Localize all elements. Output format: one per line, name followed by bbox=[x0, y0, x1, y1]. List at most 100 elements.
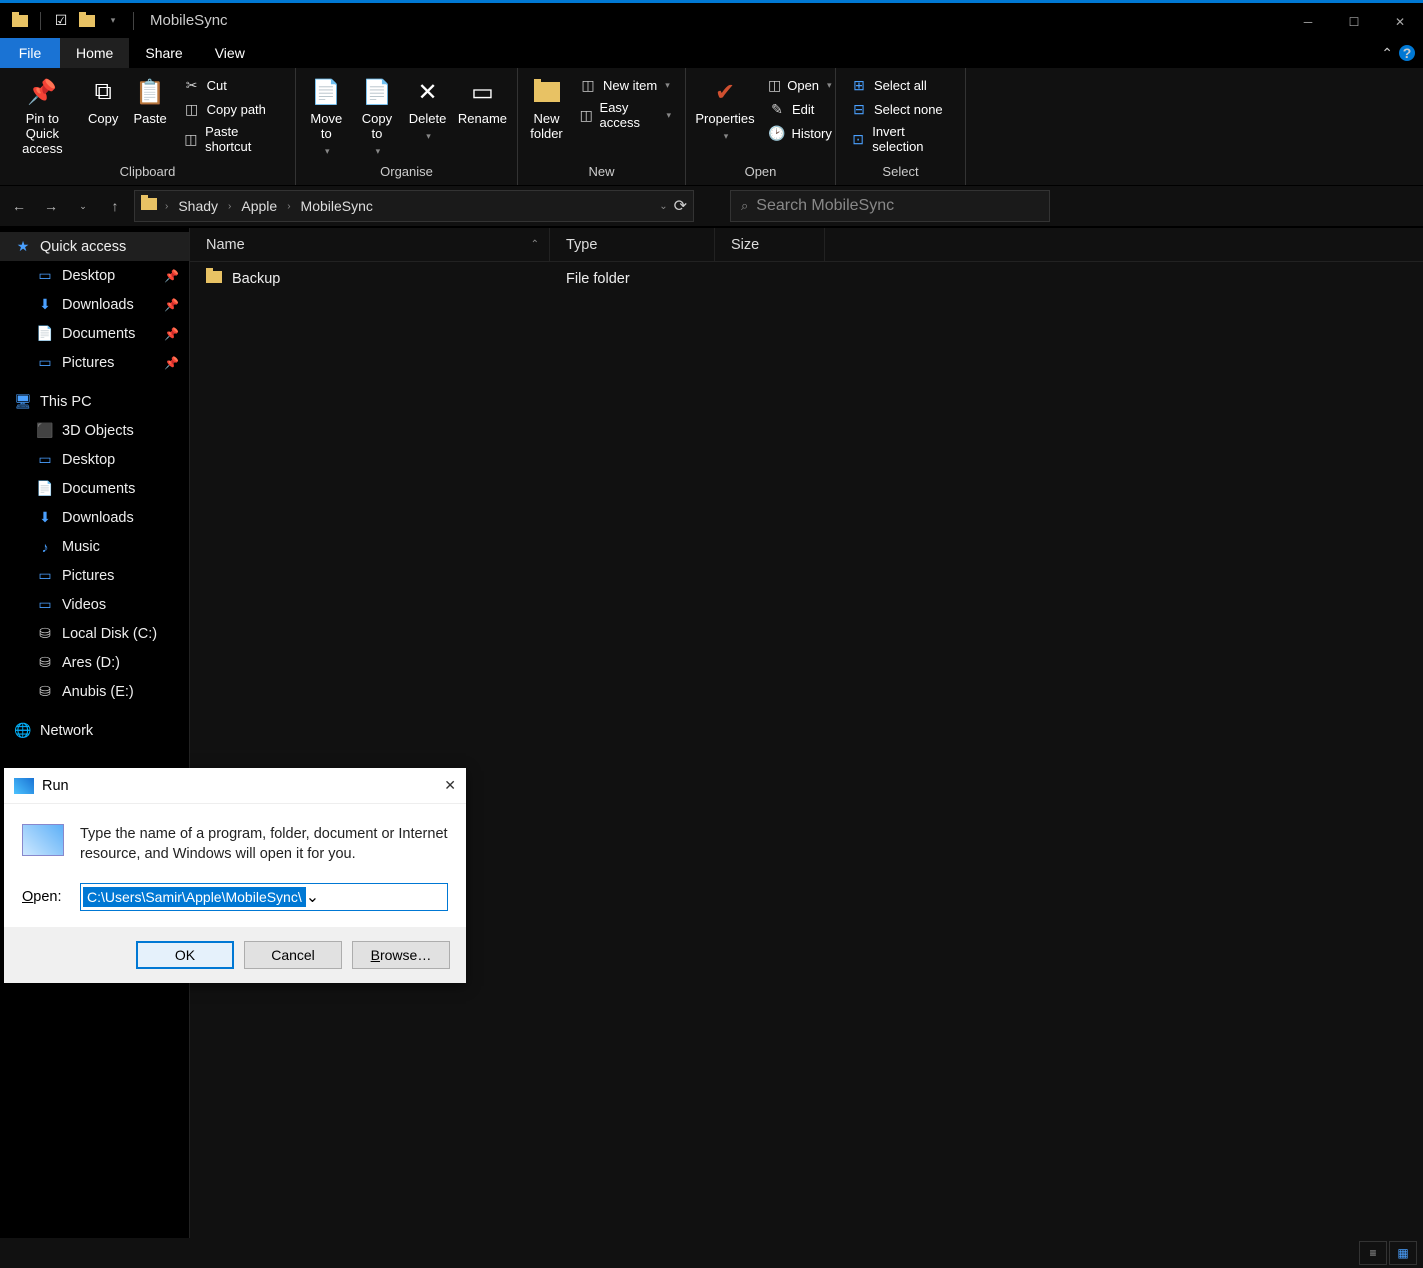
sidebar-item-ares-d[interactable]: ⛁Ares (D:) bbox=[0, 648, 189, 677]
properties-icon: ✔ bbox=[709, 76, 741, 108]
cube-icon: ⬛ bbox=[36, 422, 54, 439]
back-button[interactable]: ← bbox=[6, 193, 32, 219]
chevron-down-icon[interactable]: ⌄ bbox=[306, 887, 319, 907]
file-row[interactable]: Backup File folder bbox=[190, 262, 1423, 296]
rename-button[interactable]: ▭Rename bbox=[456, 72, 509, 131]
download-icon: ⬇ bbox=[36, 509, 54, 526]
paste-shortcut-button[interactable]: ◫Paste shortcut bbox=[179, 122, 285, 156]
open-button[interactable]: ◫Open bbox=[764, 74, 834, 96]
breadcrumb-item[interactable]: Shady bbox=[176, 198, 220, 214]
column-headers: Name⌃ Type Size bbox=[190, 228, 1423, 262]
tab-file[interactable]: File bbox=[0, 38, 60, 68]
collapse-ribbon-icon[interactable]: ⌃ bbox=[1381, 45, 1393, 62]
breadcrumb-item[interactable]: MobileSync bbox=[299, 198, 375, 214]
move-to-button[interactable]: 📄Move to bbox=[304, 72, 349, 161]
select-all-button[interactable]: ⊞Select all bbox=[846, 74, 955, 96]
search-input[interactable]: ⌕ Search MobileSync bbox=[730, 190, 1050, 222]
tab-share[interactable]: Share bbox=[129, 38, 198, 68]
sidebar-item-3d-objects[interactable]: ⬛3D Objects bbox=[0, 416, 189, 445]
group-label: Open bbox=[694, 162, 827, 181]
open-icon: ◫ bbox=[768, 76, 781, 94]
titlebar: ☑ ▾ MobileSync ─ ☐ ✕ bbox=[0, 0, 1423, 38]
recent-dropdown[interactable]: ⌄ bbox=[70, 193, 96, 219]
drive-icon: ⛁ bbox=[36, 625, 54, 642]
select-all-icon: ⊞ bbox=[850, 76, 868, 94]
ribbon: 📌 Pin to Quick access ⧉ Copy 📋 Paste ✂Cu… bbox=[0, 68, 1423, 186]
cancel-button[interactable]: Cancel bbox=[244, 941, 342, 969]
select-none-icon: ⊟ bbox=[850, 100, 868, 118]
new-item-button[interactable]: ◫New item bbox=[575, 74, 675, 96]
search-icon: ⌕ bbox=[741, 198, 748, 214]
delete-button[interactable]: ✕Delete bbox=[405, 72, 450, 146]
sidebar-item-documents[interactable]: 📄Documents📌 bbox=[0, 319, 189, 348]
copy-button[interactable]: ⧉ Copy bbox=[83, 72, 124, 131]
tab-view[interactable]: View bbox=[199, 38, 261, 68]
easy-access-button[interactable]: ◫Easy access bbox=[575, 98, 675, 132]
copy-icon: ⧉ bbox=[87, 76, 119, 108]
invert-selection-button[interactable]: ⊡Invert selection bbox=[846, 122, 955, 156]
cut-button[interactable]: ✂Cut bbox=[179, 74, 285, 96]
maximize-button[interactable]: ☐ bbox=[1331, 3, 1377, 41]
help-icon[interactable]: ? bbox=[1399, 45, 1415, 61]
ribbon-tabs: File Home Share View ⌃ ? bbox=[0, 38, 1423, 68]
browse-button[interactable]: Browse… bbox=[352, 941, 450, 969]
address-dropdown[interactable]: ⌄ bbox=[659, 201, 667, 212]
tab-home[interactable]: Home bbox=[60, 38, 129, 68]
sidebar-item-pictures[interactable]: ▭Pictures📌 bbox=[0, 348, 189, 377]
history-button[interactable]: 🕑History bbox=[764, 122, 834, 144]
network-icon: 🌐 bbox=[14, 722, 32, 739]
edit-icon: ✎ bbox=[768, 100, 786, 118]
select-none-button[interactable]: ⊟Select none bbox=[846, 98, 955, 120]
sidebar-item-pictures[interactable]: ▭Pictures bbox=[0, 561, 189, 590]
sidebar-item-anubis-e[interactable]: ⛁Anubis (E:) bbox=[0, 677, 189, 706]
paste-button[interactable]: 📋 Paste bbox=[130, 72, 171, 131]
breadcrumb-item[interactable]: Apple bbox=[239, 198, 279, 214]
delete-icon: ✕ bbox=[412, 76, 444, 108]
sidebar-item-local-disk-c[interactable]: ⛁Local Disk (C:) bbox=[0, 619, 189, 648]
open-input[interactable]: C:\Users\Samir\Apple\MobileSync\ ⌄ bbox=[80, 883, 448, 911]
sidebar-quick-access[interactable]: ★Quick access bbox=[0, 232, 189, 261]
window-title: MobileSync bbox=[150, 12, 228, 29]
group-label: Clipboard bbox=[8, 162, 287, 181]
navigation-bar: ← → ⌄ ↑ › Shady › Apple › MobileSync ⌄ ⟳… bbox=[0, 186, 1423, 226]
details-view-button[interactable]: ≡ bbox=[1359, 1241, 1387, 1265]
new-folder-button[interactable]: New folder bbox=[526, 72, 567, 146]
pin-quick-access-button[interactable]: 📌 Pin to Quick access bbox=[8, 72, 77, 161]
sidebar-this-pc[interactable]: 🖥This PC bbox=[0, 387, 189, 416]
copy-path-button[interactable]: ◫Copy path bbox=[179, 98, 285, 120]
sidebar-item-desktop[interactable]: ▭Desktop📌 bbox=[0, 261, 189, 290]
properties-button[interactable]: ✔Properties bbox=[694, 72, 756, 146]
pictures-icon: ▭ bbox=[36, 354, 54, 371]
ok-button[interactable]: OK bbox=[136, 941, 234, 969]
file-type: File folder bbox=[550, 271, 715, 287]
checkbox-icon[interactable]: ☑ bbox=[49, 9, 73, 33]
sidebar-item-downloads[interactable]: ⬇Downloads📌 bbox=[0, 290, 189, 319]
run-icon bbox=[22, 824, 64, 856]
desktop-icon: ▭ bbox=[36, 267, 54, 284]
up-button[interactable]: ↑ bbox=[102, 193, 128, 219]
dialog-title: Run bbox=[42, 778, 69, 794]
thumbnails-view-button[interactable]: ▦ bbox=[1389, 1241, 1417, 1265]
column-type[interactable]: Type bbox=[550, 228, 715, 261]
folder-icon[interactable] bbox=[75, 9, 99, 33]
sidebar-item-desktop[interactable]: ▭Desktop bbox=[0, 445, 189, 474]
address-bar[interactable]: › Shady › Apple › MobileSync ⌄ ⟳ bbox=[134, 190, 694, 222]
copy-to-button[interactable]: 📄Copy to bbox=[355, 72, 400, 161]
close-button[interactable]: ✕ bbox=[444, 777, 456, 794]
forward-button[interactable]: → bbox=[38, 193, 64, 219]
column-name[interactable]: Name⌃ bbox=[190, 228, 550, 261]
sidebar-item-documents[interactable]: 📄Documents bbox=[0, 474, 189, 503]
edit-button[interactable]: ✎Edit bbox=[764, 98, 834, 120]
close-button[interactable]: ✕ bbox=[1377, 3, 1423, 41]
run-icon bbox=[14, 778, 34, 794]
folder-icon bbox=[8, 9, 32, 33]
easy-access-icon: ◫ bbox=[579, 106, 594, 124]
refresh-button[interactable]: ⟳ bbox=[674, 196, 687, 216]
sidebar-item-music[interactable]: ♪Music bbox=[0, 532, 189, 561]
sidebar-network[interactable]: 🌐Network bbox=[0, 716, 189, 745]
minimize-button[interactable]: ─ bbox=[1285, 3, 1331, 41]
column-size[interactable]: Size bbox=[715, 228, 825, 261]
sidebar-item-downloads[interactable]: ⬇Downloads bbox=[0, 503, 189, 532]
sidebar-item-videos[interactable]: ▭Videos bbox=[0, 590, 189, 619]
dropdown-icon[interactable]: ▾ bbox=[101, 9, 125, 33]
